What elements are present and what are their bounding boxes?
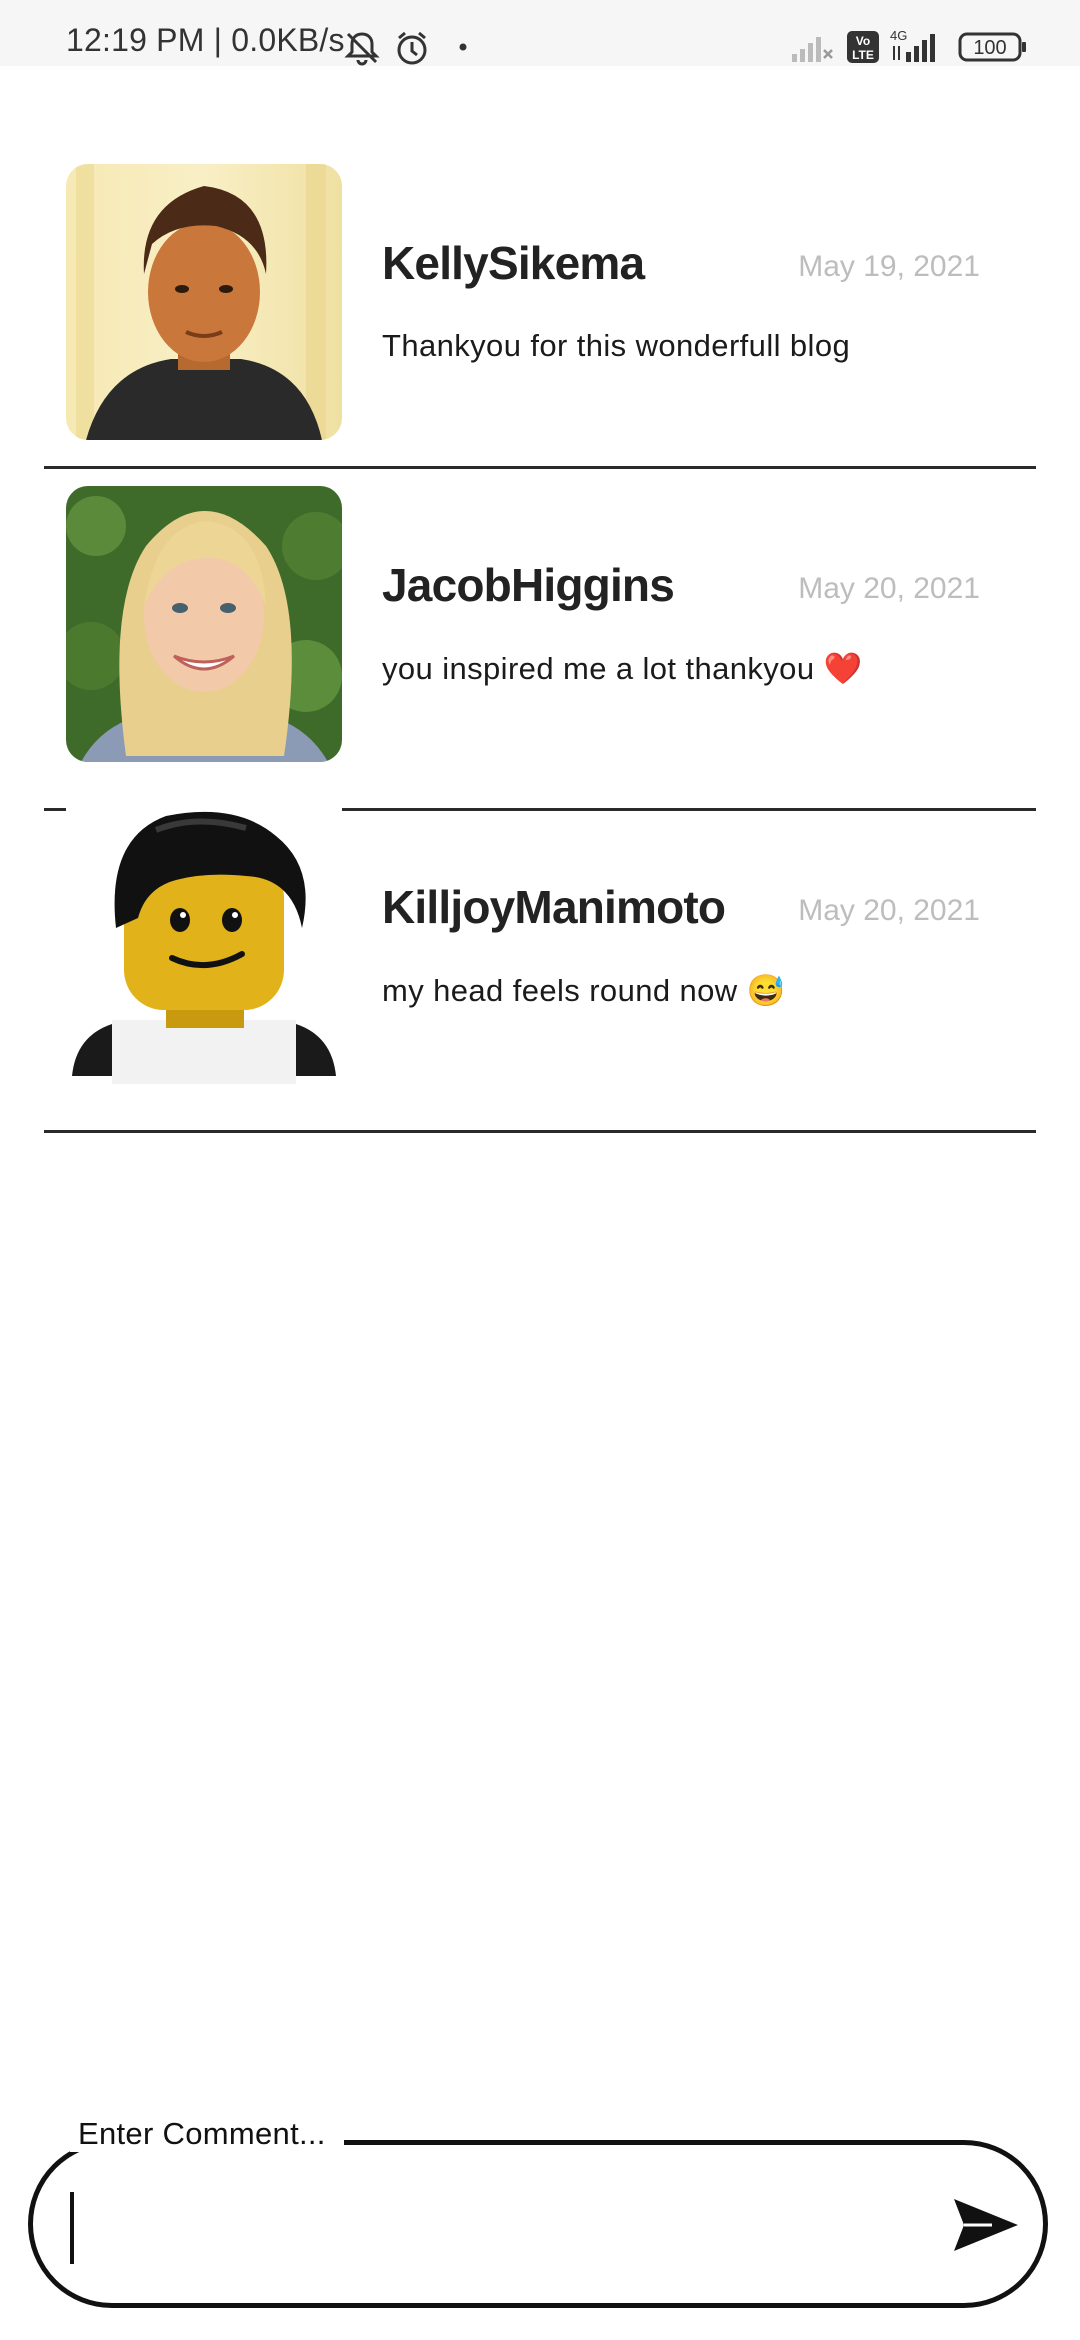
dot-icon	[459, 43, 467, 51]
svg-text:LTE: LTE	[852, 48, 874, 62]
comment-item: KellySikema May 19, 2021 Thankyou for th…	[44, 164, 1036, 469]
battery-level: 100	[973, 37, 1006, 59]
bell-off-icon	[344, 32, 380, 66]
status-bar: 12:19 PM | 0.0KB/s Vo LTE 4G 100	[0, 0, 1080, 66]
comment-text: you inspired me a lot thankyou ❤️	[382, 651, 863, 686]
woman-photo	[66, 486, 342, 762]
battery-icon: 100	[958, 32, 1026, 62]
avatar[interactable]	[66, 486, 342, 762]
text-cursor	[70, 2192, 74, 2264]
comment-item: JacobHiggins May 20, 2021 you inspired m…	[44, 486, 1036, 811]
volte-icon: Vo LTE	[847, 31, 879, 63]
signal-icon	[792, 37, 833, 62]
status-time: 12:19 PM | 0.0KB/s	[66, 22, 345, 58]
comment-item: KilljoyManimoto May 20, 2021 my head fee…	[44, 808, 1036, 1133]
comment-username[interactable]: KellySikema	[382, 236, 645, 290]
alarm-icon	[397, 31, 427, 65]
signal-4g-icon: 4G	[890, 28, 935, 62]
comment-date: May 20, 2021	[798, 572, 980, 605]
comment-date: May 19, 2021	[798, 250, 980, 283]
comment-text: my head feels round now 😅	[382, 973, 786, 1008]
send-button[interactable]	[952, 2196, 1020, 2254]
avatar[interactable]	[66, 164, 342, 440]
lego-figure	[66, 808, 342, 1084]
svg-text:Vo: Vo	[856, 34, 870, 48]
send-icon	[954, 2199, 1018, 2251]
comment-input-field[interactable]	[28, 2140, 1048, 2308]
avatar[interactable]	[66, 808, 342, 1084]
man-photo	[66, 164, 342, 440]
comment-username[interactable]: JacobHiggins	[382, 558, 675, 612]
status-right-icons: Vo LTE 4G 100	[790, 28, 1040, 68]
comment-username[interactable]: KilljoyManimoto	[382, 880, 726, 934]
network-type-label: 4G	[890, 28, 907, 43]
comment-text: Thankyou for this wonderfull blog	[382, 328, 851, 363]
comment-input-label: Enter Comment...	[70, 2116, 334, 2152]
comment-date: May 20, 2021	[798, 894, 980, 927]
